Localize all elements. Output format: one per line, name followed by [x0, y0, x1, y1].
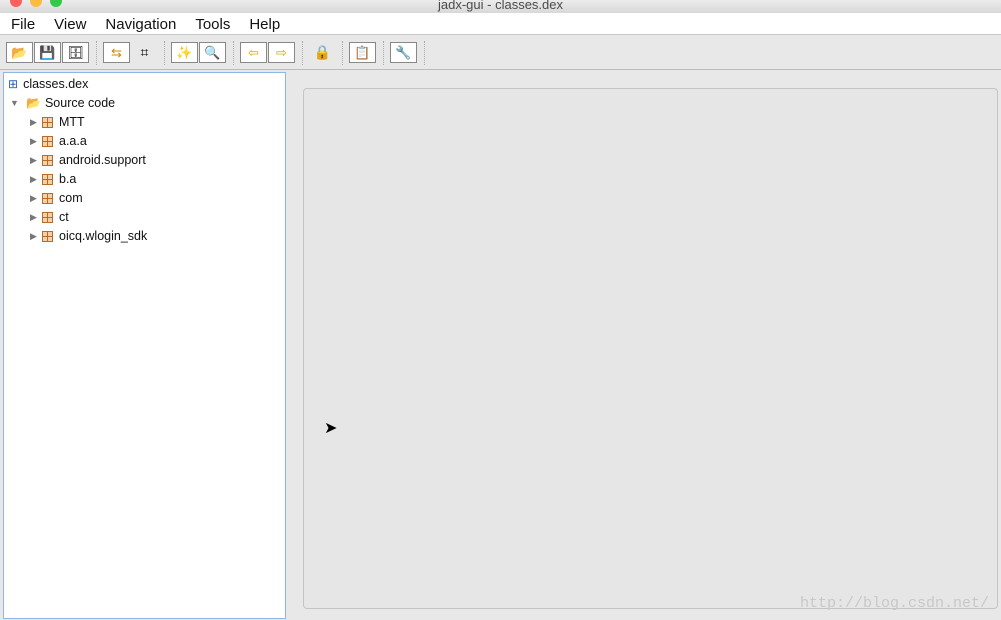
separator: [383, 40, 384, 65]
zoom-window-button[interactable]: [50, 0, 62, 7]
package-label: b.a: [59, 172, 77, 186]
sync-icon: ⇆: [111, 44, 122, 60]
minimize-window-button[interactable]: [30, 0, 42, 7]
class-search-button[interactable]: 🔍: [199, 42, 226, 63]
expanded-arrow-icon[interactable]: ▼: [10, 98, 22, 108]
deobfuscation-button[interactable]: 🔒: [309, 42, 336, 63]
package-icon: [42, 211, 53, 223]
collapsed-arrow-icon[interactable]: ▶: [30, 212, 42, 223]
deobfuscation-icon: 🔒: [313, 44, 332, 60]
separator: [96, 40, 97, 65]
flatten-packages-icon: ⌗: [140, 44, 149, 60]
menu-file[interactable]: File: [11, 13, 35, 34]
menu-bar: File View Navigation Tools Help: [0, 13, 1001, 35]
package-label: ct: [59, 210, 69, 224]
close-window-button[interactable]: [10, 0, 22, 7]
toolbar: 📂 💾 🗄 ⇆ ⌗ ✨ 🔍 ⇦ ⇨ 🔒 📋 🔧: [0, 36, 1001, 70]
separator: [302, 40, 303, 65]
tree-package[interactable]: ▶ android.support: [30, 151, 146, 169]
tree-package[interactable]: ▶ b.a: [30, 170, 76, 188]
flatten-packages-button[interactable]: ⌗: [131, 42, 158, 63]
text-search-icon: ✨: [176, 44, 193, 60]
file-tree[interactable]: ⊞ classes.dex ▼ 📂 Source code ▶ MTT ▶ a.a.a ▶ an…: [3, 72, 286, 619]
class-search-icon: 🔍: [204, 44, 221, 60]
package-icon: [42, 192, 53, 204]
package-icon: [42, 116, 53, 128]
package-label: android.support: [59, 153, 146, 167]
mouse-cursor-icon: ➤: [324, 420, 338, 437]
package-label: com: [59, 191, 83, 205]
preferences-icon: 🔧: [395, 44, 412, 60]
package-icon: [42, 135, 53, 147]
package-label: MTT: [59, 115, 85, 129]
log-button[interactable]: 📋: [349, 42, 376, 63]
menu-navigation[interactable]: Navigation: [105, 13, 176, 34]
collapsed-arrow-icon[interactable]: ▶: [30, 193, 42, 204]
separator: [342, 40, 343, 65]
separator: [164, 40, 165, 65]
sync-button[interactable]: ⇆: [103, 42, 130, 63]
package-label: oicq.wlogin_sdk: [59, 229, 148, 243]
menu-tools[interactable]: Tools: [195, 13, 230, 34]
preferences-button[interactable]: 🔧: [390, 42, 417, 63]
collapsed-arrow-icon[interactable]: ▶: [30, 136, 42, 147]
title-bar: jadx-gui - classes.dex: [0, 0, 1001, 13]
tree-source-code[interactable]: ▼ 📂 Source code: [10, 94, 115, 112]
tree-root[interactable]: ⊞ classes.dex: [8, 75, 88, 93]
tree-package[interactable]: ▶ MTT: [30, 113, 85, 131]
collapsed-arrow-icon[interactable]: ▶: [30, 174, 42, 185]
save-all-button[interactable]: 💾: [34, 42, 61, 63]
package-icon: [42, 154, 53, 166]
menu-view[interactable]: View: [54, 13, 86, 34]
code-area[interactable]: [303, 88, 998, 609]
save-all-icon: 💾: [39, 44, 56, 60]
back-button[interactable]: ⇦: [240, 42, 267, 63]
package-label: a.a.a: [59, 134, 87, 148]
back-icon: ⇦: [248, 44, 259, 60]
tree-package[interactable]: ▶ com: [30, 189, 83, 207]
dex-file-icon: ⊞: [8, 77, 19, 91]
forward-button[interactable]: ⇨: [268, 42, 295, 63]
collapsed-arrow-icon[interactable]: ▶: [30, 231, 42, 242]
collapsed-arrow-icon[interactable]: ▶: [30, 155, 42, 166]
watermark: http://blog.csdn.net/: [799, 595, 989, 612]
package-icon: [42, 230, 53, 242]
package-icon: [42, 173, 53, 185]
tree-package[interactable]: ▶ ct: [30, 208, 69, 226]
separator: [424, 40, 425, 65]
open-file-icon: 📂: [11, 44, 28, 60]
source-code-label: Source code: [44, 96, 116, 110]
export-button[interactable]: 🗄: [62, 42, 89, 63]
separator: [233, 40, 234, 65]
menu-help[interactable]: Help: [249, 13, 280, 34]
tree-package[interactable]: ▶ oicq.wlogin_sdk: [30, 227, 147, 245]
forward-icon: ⇨: [276, 44, 287, 60]
folder-open-icon: 📂: [26, 96, 41, 110]
open-file-button[interactable]: 📂: [6, 42, 33, 63]
window-title: jadx-gui - classes.dex: [438, 0, 563, 12]
export-icon: 🗄: [67, 44, 84, 60]
tree-root-label: classes.dex: [23, 77, 89, 91]
tree-package[interactable]: ▶ a.a.a: [30, 132, 87, 150]
collapsed-arrow-icon[interactable]: ▶: [30, 117, 42, 128]
log-icon: 📋: [354, 44, 371, 60]
text-search-button[interactable]: ✨: [171, 42, 198, 63]
